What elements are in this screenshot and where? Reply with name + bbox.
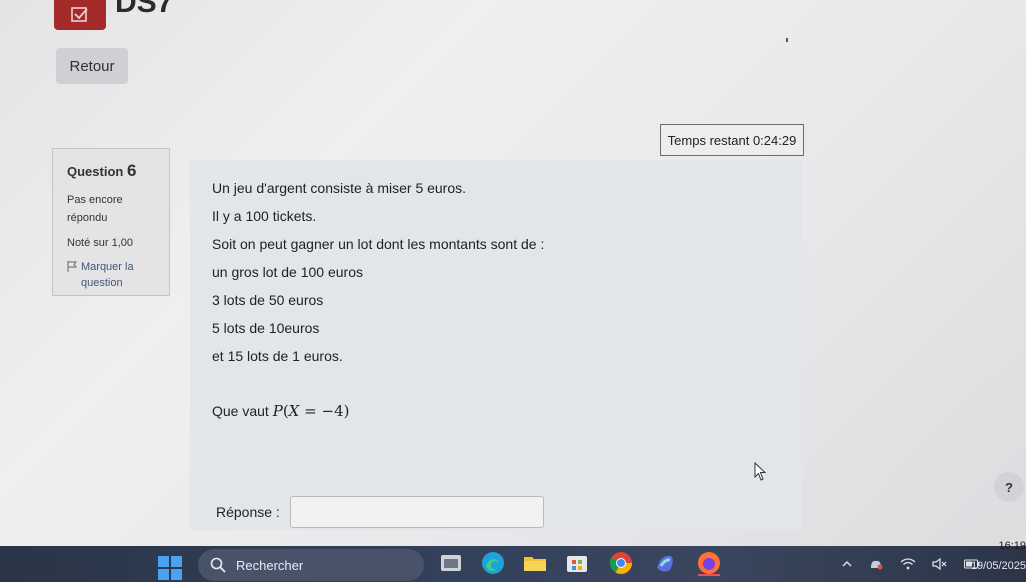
prompt-text: Que vaut <box>212 403 269 419</box>
taskbar-search[interactable]: Rechercher <box>198 549 424 581</box>
question-line: Il y a 100 tickets. <box>212 208 317 224</box>
firefox-icon[interactable] <box>696 550 722 576</box>
system-tray <box>842 546 980 582</box>
folder-icon[interactable] <box>522 550 548 576</box>
flag-label-line2: question <box>81 277 123 289</box>
question-number: Question 6 <box>67 161 155 181</box>
question-grade: Noté sur 1,00 <box>67 237 134 249</box>
question-line: Soit on peut gagner un lot dont les mont… <box>212 236 545 252</box>
answer-label: Réponse : <box>216 504 280 520</box>
question-state-line2: répondu <box>67 212 108 224</box>
question-prompt: Que vaut P(X = −4) <box>212 401 802 429</box>
edge-icon[interactable] <box>480 550 506 576</box>
question-number-value: 6 <box>126 161 137 180</box>
quiz-logo <box>54 0 106 30</box>
formula-var: X <box>288 402 300 420</box>
wifi-icon[interactable] <box>900 558 916 570</box>
search-icon <box>210 557 226 573</box>
search-placeholder: Rechercher <box>236 557 304 573</box>
taskbar: Rechercher <box>0 546 1026 582</box>
probability-formula: P(X = −4) <box>272 402 350 420</box>
question-line: un gros lot de 100 euros <box>212 264 363 280</box>
page-title: DS7 <box>115 0 174 19</box>
checkbox-icon <box>71 7 88 22</box>
taskbar-clock[interactable]: 16:19 19/05/2025 <box>968 538 1026 574</box>
chevron-up-icon[interactable] <box>842 560 852 568</box>
question-line: 5 lots de 10euros <box>212 320 320 336</box>
answer-input[interactable] <box>289 496 544 528</box>
question-line: et 15 lots de 1 euros. <box>212 348 343 364</box>
question-content: Un jeu d'argent consiste à miser 5 euros… <box>190 160 802 530</box>
question-label: Question <box>67 164 124 179</box>
question-state-line1: Pas encore <box>67 194 123 206</box>
formula-func: P <box>272 402 283 420</box>
question-state: Pas encore répondu <box>67 191 155 227</box>
question-line: 3 lots de 50 euros <box>212 292 324 308</box>
clock-time: 16:19 <box>998 540 1026 552</box>
windows-start-icon[interactable] <box>158 556 182 580</box>
store-icon[interactable] <box>564 550 590 576</box>
formula-value: −4 <box>321 402 344 420</box>
flag-icon <box>67 261 77 272</box>
file-explorer-icon[interactable] <box>438 550 464 576</box>
clock-date: 19/05/2025 <box>970 560 1026 572</box>
formula-op: = <box>304 402 317 420</box>
flag-question-link[interactable]: Marquer la question <box>67 259 155 291</box>
mouse-cursor-icon <box>754 462 767 481</box>
answer-row: Réponse : <box>216 496 544 528</box>
question-info: Question 6 Pas encore répondu Noté sur 1… <box>52 148 170 296</box>
dust-mark <box>786 38 788 42</box>
app-tray-icon[interactable] <box>868 558 884 570</box>
m365-icon[interactable] <box>652 550 678 576</box>
question-line: Un jeu d'argent consiste à miser 5 euros… <box>212 180 467 196</box>
time-remaining: Temps restant 0:24:29 <box>660 124 804 156</box>
timer-value: 0:24:29 <box>752 132 797 148</box>
flag-label-line1: Marquer la <box>81 261 134 273</box>
back-button[interactable]: Retour <box>56 48 128 84</box>
help-button[interactable]: ? <box>994 472 1024 502</box>
timer-label: Temps restant <box>667 132 750 148</box>
speaker-muted-icon[interactable] <box>932 558 948 570</box>
chrome-icon[interactable] <box>608 550 634 576</box>
